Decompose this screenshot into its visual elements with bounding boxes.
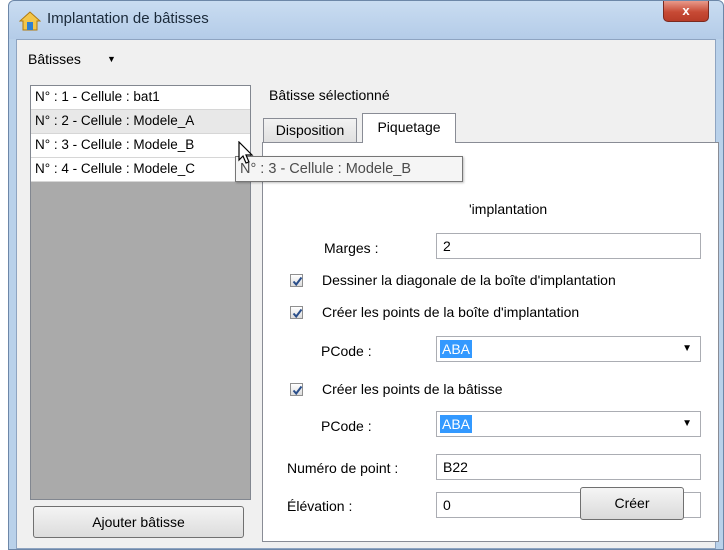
creer-button[interactable]: Créer	[580, 487, 684, 520]
client-area: Bâtisses ▼ N° : 1 - Cellule : bat1 N° : …	[16, 39, 719, 549]
elevation-label: Élévation :	[287, 498, 353, 514]
marges-input[interactable]: 2	[436, 233, 701, 259]
list-item-tooltip: N° : 3 - Cellule : Modele_B	[235, 156, 463, 182]
diag-checkbox[interactable]	[290, 274, 303, 287]
window-title: Implantation de bâtisses	[47, 10, 209, 27]
dropdown-arrow-icon[interactable]: ▼	[682, 343, 692, 354]
bat-points-label: Créer les points de la bâtisse	[322, 381, 503, 397]
diag-label: Dessiner la diagonale de la boîte d'impl…	[322, 272, 616, 288]
list-item[interactable]: N° : 4 - Cellule : Modele_C	[31, 158, 250, 182]
box-label-partial: 'implantation	[469, 201, 548, 217]
pcode2-value: ABA	[440, 415, 473, 433]
main-window: Implantation de bâtisses x Bâtisses ▼ N°…	[8, 0, 724, 550]
chevron-down-icon[interactable]: ▼	[107, 54, 116, 64]
add-batisse-button[interactable]: Ajouter bâtisse	[33, 506, 244, 538]
piquetage-panel: 'implantation Marges : 2 Dessiner la dia…	[262, 142, 719, 542]
mouse-cursor-icon	[238, 141, 254, 164]
check-icon	[292, 308, 303, 319]
list-item[interactable]: N° : 3 - Cellule : Modele_B	[31, 134, 250, 158]
numero-label: Numéro de point :	[287, 460, 399, 476]
selected-batisse-label: Bâtisse sélectionné	[269, 87, 390, 103]
pcode1-label: PCode :	[321, 343, 372, 359]
list-item[interactable]: N° : 1 - Cellule : bat1	[31, 86, 250, 110]
menu-batisses[interactable]: Bâtisses	[28, 51, 81, 67]
close-button[interactable]: x	[663, 1, 709, 22]
check-icon	[292, 385, 303, 396]
box-points-checkbox[interactable]	[290, 306, 303, 319]
tab-disposition[interactable]: Disposition	[263, 118, 357, 142]
list-item[interactable]: N° : 2 - Cellule : Modele_A	[31, 110, 250, 134]
pcode1-select[interactable]: ABA ▼	[436, 336, 701, 362]
menu-bar: Bâtisses ▼	[17, 40, 715, 74]
batisses-listbox[interactable]: N° : 1 - Cellule : bat1 N° : 2 - Cellule…	[30, 85, 251, 500]
box-points-label: Créer les points de la boîte d'implantat…	[322, 304, 580, 320]
pcode2-select[interactable]: ABA ▼	[436, 411, 701, 437]
title-bar[interactable]: Implantation de bâtisses x	[9, 1, 723, 39]
dropdown-arrow-icon[interactable]: ▼	[682, 418, 692, 429]
bat-points-checkbox[interactable]	[290, 383, 303, 396]
house-icon	[19, 11, 41, 31]
numero-input[interactable]: B22	[436, 454, 701, 480]
marges-label: Marges :	[324, 240, 379, 256]
tab-piquetage[interactable]: Piquetage	[362, 113, 456, 143]
check-icon	[292, 276, 303, 287]
pcode1-value: ABA	[440, 340, 473, 358]
pcode2-label: PCode :	[321, 418, 372, 434]
